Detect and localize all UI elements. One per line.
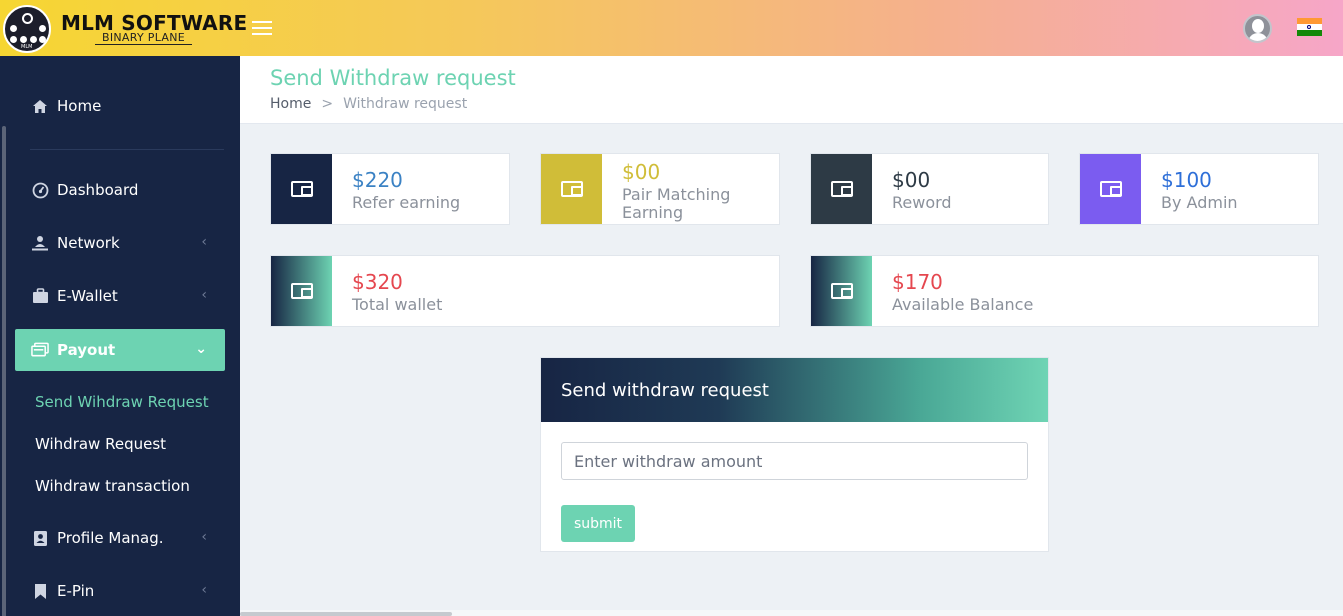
sidebar-item-profile[interactable]: Profile Manag. ‹ bbox=[15, 517, 225, 559]
sidebar-item-label: Dashboard bbox=[57, 181, 139, 199]
stat-card-available-balance: $170 Available Balance bbox=[810, 255, 1319, 327]
breadcrumb-current: Withdraw request bbox=[343, 96, 468, 112]
card-icon-box bbox=[811, 256, 872, 326]
stat-label: Available Balance bbox=[892, 295, 1034, 314]
wallet-icon bbox=[560, 181, 583, 197]
wallet-icon bbox=[290, 181, 313, 197]
stat-card-by-admin: $100 By Admin bbox=[1079, 153, 1319, 225]
chevron-left-icon: ‹ bbox=[201, 529, 207, 545]
briefcase-icon bbox=[31, 287, 49, 305]
stat-value: $00 bbox=[622, 160, 661, 184]
stat-card-reword: $00 Reword bbox=[810, 153, 1049, 225]
breadcrumb-home[interactable]: Home bbox=[270, 96, 311, 112]
form-header: Send withdraw request bbox=[541, 358, 1048, 422]
horizontal-scrollbar[interactable] bbox=[240, 610, 1343, 616]
stat-value: $320 bbox=[352, 270, 403, 294]
stat-value: $220 bbox=[352, 168, 403, 192]
wallet-icon bbox=[1099, 181, 1122, 197]
sidebar-item-network[interactable]: Network ‹ bbox=[15, 222, 225, 264]
sidebar-scrollbar[interactable] bbox=[2, 126, 6, 616]
breadcrumb-separator: > bbox=[321, 96, 334, 112]
user-avatar-icon[interactable] bbox=[1243, 14, 1272, 43]
sidebar-item-label: Payout bbox=[57, 341, 116, 359]
logo-text: MLM bbox=[21, 44, 33, 50]
sidebar-item-label: Home bbox=[57, 97, 102, 115]
stat-label: Reword bbox=[892, 193, 952, 212]
top-header: MLM MLM SOFTWARE BINARY PLANE bbox=[0, 0, 1343, 56]
stat-value: $170 bbox=[892, 270, 943, 294]
sidebar-item-home[interactable]: Home bbox=[15, 85, 225, 127]
stat-value: $100 bbox=[1161, 168, 1212, 192]
stat-label: Pair Matching Earning bbox=[622, 185, 731, 222]
stat-card-pair-matching: $00 Pair Matching Earning bbox=[540, 153, 780, 225]
page-title: Send Withdraw request bbox=[270, 66, 516, 90]
withdraw-form-card: Send withdraw request submit bbox=[540, 357, 1049, 552]
sidebar-item-ewallet[interactable]: E-Wallet ‹ bbox=[15, 275, 225, 317]
stat-label: Total wallet bbox=[352, 295, 443, 314]
sidebar-item-label: E-Wallet bbox=[57, 287, 118, 305]
card-icon-box bbox=[1080, 154, 1141, 224]
wallet-icon bbox=[830, 283, 853, 299]
sidebar-subitem-withdraw-transaction[interactable]: Wihdraw transaction bbox=[35, 477, 190, 495]
network-icon bbox=[31, 234, 49, 252]
stat-card-refer-earning: $220 Refer earning bbox=[270, 153, 510, 225]
card-icon-box bbox=[811, 154, 872, 224]
stat-label: Refer earning bbox=[352, 193, 461, 212]
chevron-left-icon: ‹ bbox=[201, 582, 207, 598]
chevron-left-icon: ‹ bbox=[201, 287, 207, 303]
card-icon-box bbox=[271, 256, 332, 326]
sidebar-item-label: E-Pin bbox=[57, 582, 95, 600]
home-icon bbox=[31, 97, 49, 115]
sidebar-divider bbox=[30, 149, 224, 150]
hamburger-icon[interactable] bbox=[252, 18, 272, 36]
submit-button[interactable]: submit bbox=[561, 505, 635, 542]
stat-value: $00 bbox=[892, 168, 931, 192]
card-icon-box bbox=[541, 154, 602, 224]
sidebar-item-label: Profile Manag. bbox=[57, 529, 164, 547]
form-title: Send withdraw request bbox=[561, 379, 769, 401]
chevron-left-icon: ‹ bbox=[201, 234, 207, 250]
dashboard-icon bbox=[31, 181, 49, 199]
stat-label: By Admin bbox=[1161, 193, 1238, 212]
breadcrumb: Home > Withdraw request bbox=[270, 96, 467, 112]
withdraw-amount-input[interactable] bbox=[561, 442, 1028, 480]
sidebar-item-dashboard[interactable]: Dashboard bbox=[15, 169, 225, 211]
payout-icon bbox=[31, 341, 49, 359]
card-icon-box bbox=[271, 154, 332, 224]
brand-subtitle: BINARY PLANE bbox=[95, 31, 193, 45]
page-header: Send Withdraw request Home > Withdraw re… bbox=[240, 56, 1343, 124]
bookmark-icon bbox=[31, 582, 49, 600]
sidebar-item-epin[interactable]: E-Pin ‹ bbox=[15, 570, 225, 612]
profile-icon bbox=[31, 529, 49, 547]
india-flag-icon[interactable] bbox=[1297, 18, 1322, 36]
chevron-down-icon: ⌄ bbox=[195, 341, 207, 357]
wallet-icon bbox=[290, 283, 313, 299]
brand-logo[interactable]: MLM bbox=[3, 5, 51, 53]
sidebar-subitem-withdraw-request[interactable]: Wihdraw Request bbox=[35, 435, 166, 453]
sidebar-item-payout[interactable]: Payout ⌄ bbox=[15, 329, 225, 371]
sidebar-subitem-send-withdraw[interactable]: Send Wihdraw Request bbox=[35, 393, 209, 411]
wallet-icon bbox=[830, 181, 853, 197]
sidebar-item-label: Network bbox=[57, 234, 120, 252]
stat-card-total-wallet: $320 Total wallet bbox=[270, 255, 780, 327]
